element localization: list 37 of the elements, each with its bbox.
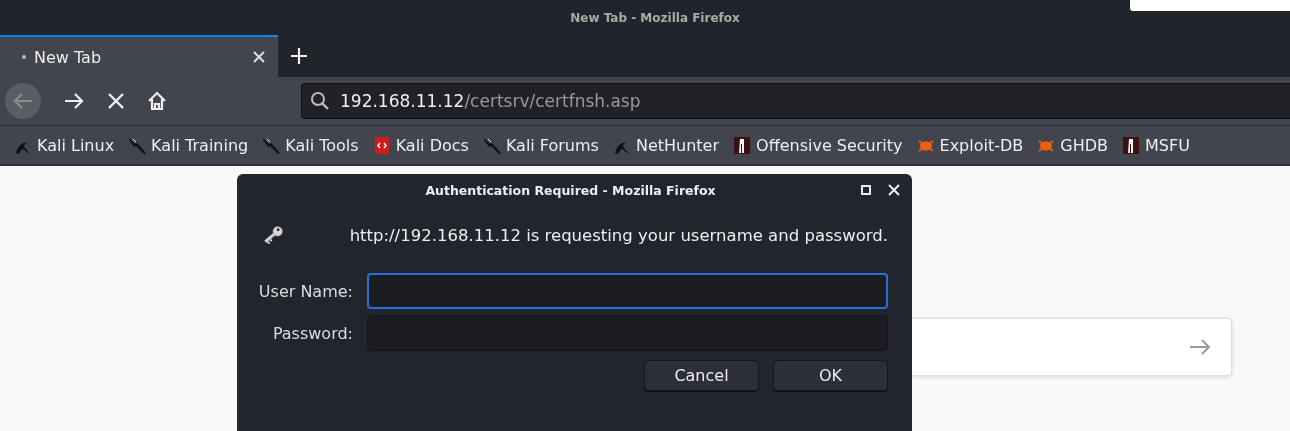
window-title: New Tab - Mozilla Firefox bbox=[570, 10, 740, 25]
bookmark[interactable]: Kali Forums bbox=[482, 135, 599, 155]
search-icon bbox=[310, 91, 330, 111]
bookmark[interactable]: Kali Training bbox=[128, 135, 249, 155]
bookmark[interactable]: NetHunter bbox=[612, 135, 720, 155]
dialog-button[interactable]: Cancel bbox=[644, 360, 759, 391]
dialog-title: Authentication Required - Mozilla Firefox bbox=[425, 182, 716, 198]
dot-icon bbox=[22, 55, 26, 59]
dagger-icon bbox=[128, 135, 147, 155]
bookmark[interactable]: Exploit-DB bbox=[916, 135, 1024, 155]
tab-label: New Tab bbox=[34, 47, 103, 67]
dagger-icon bbox=[482, 135, 501, 155]
close-icon[interactable] bbox=[252, 50, 266, 64]
search-field[interactable] bbox=[912, 318, 1232, 376]
stop-icon[interactable] bbox=[107, 92, 125, 110]
home-icon[interactable] bbox=[147, 91, 167, 111]
url-text: 192.168.11.12/certsrv/certfnsh.asp bbox=[340, 91, 641, 111]
book-icon bbox=[372, 135, 391, 155]
close-icon[interactable] bbox=[888, 184, 900, 196]
bookmark[interactable]: MSFU bbox=[1122, 135, 1190, 155]
field-label: Password: bbox=[271, 323, 353, 343]
forward-icon[interactable] bbox=[63, 92, 85, 110]
dialog-button[interactable]: OK bbox=[773, 360, 888, 391]
dialog-message: http://192.168.11.12 is requesting your username and password. bbox=[349, 225, 888, 245]
browser-tab[interactable]: New Tab bbox=[0, 35, 278, 77]
maximize-icon[interactable] bbox=[861, 185, 871, 195]
bookmark[interactable]: Kali Docs bbox=[372, 135, 469, 155]
bookmark[interactable]: GHDB bbox=[1037, 135, 1108, 155]
input-field[interactable] bbox=[367, 273, 888, 309]
address-bar[interactable]: 192.168.11.12/certsrv/certfnsh.asp bbox=[301, 83, 1290, 119]
arrow-icon[interactable] bbox=[1189, 338, 1211, 356]
bookmark[interactable]: Offensive Security bbox=[733, 135, 903, 155]
plus-icon[interactable] bbox=[290, 47, 308, 65]
dagger-icon bbox=[262, 135, 281, 155]
bookmark[interactable]: Kali Tools bbox=[262, 135, 359, 155]
bookmark[interactable]: Kali Linux bbox=[14, 135, 115, 155]
field-label: User Name: bbox=[257, 281, 353, 301]
